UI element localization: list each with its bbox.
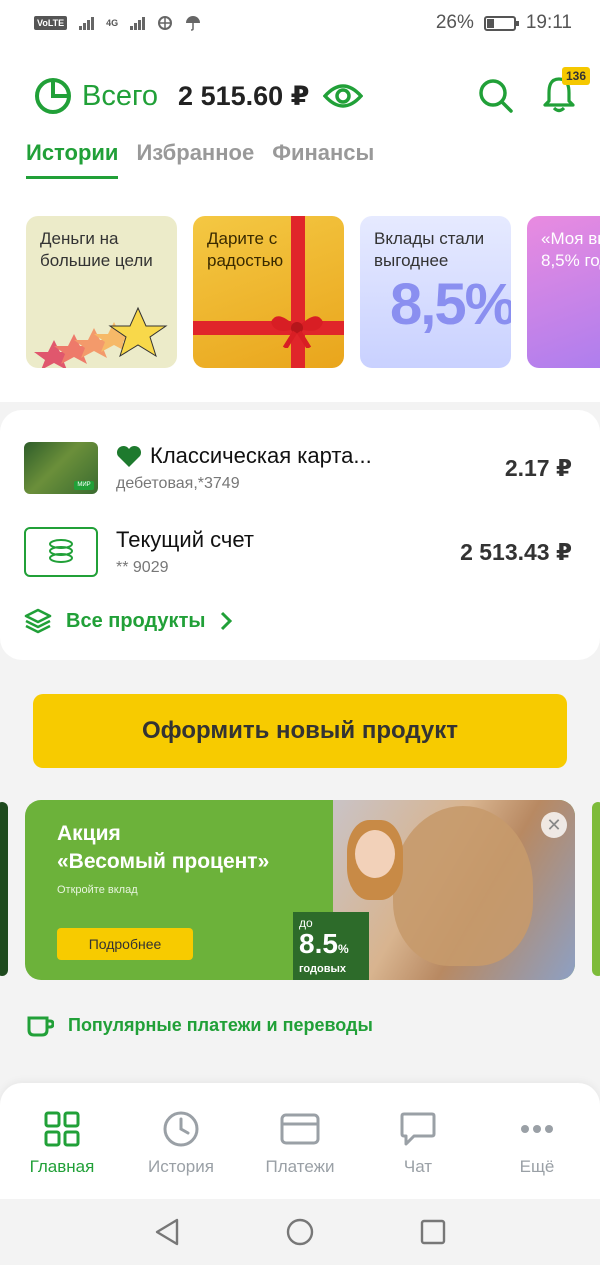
nav-item-history[interactable]: История: [121, 1109, 241, 1177]
products-card: МИР Классическая карта... дебетовая,*374…: [0, 410, 600, 660]
coins-icon: [24, 527, 98, 577]
network-type: 4G: [106, 18, 119, 28]
card-icon: [280, 1113, 320, 1145]
product-row-account[interactable]: Текущий счет ** 9029 2 513.43 ₽: [24, 522, 572, 582]
story-percent-badge: 8,5%: [390, 272, 511, 337]
grid-icon: [44, 1111, 80, 1147]
header: Всего 2 515.60 ₽ 136 Истории Избранное Ф…: [0, 46, 600, 202]
story-text: «Моя вы до 8,5% годовы: [541, 229, 600, 270]
rate-value: 8.5: [299, 928, 338, 959]
tab-bar: Истории Избранное Финансы: [26, 140, 374, 179]
more-icon: [521, 1125, 553, 1133]
volte-icon: VoLTE: [34, 16, 68, 30]
banner-more-button[interactable]: Подробнее: [57, 928, 193, 960]
battery-fill: [486, 18, 495, 28]
rate-label: годовых: [299, 963, 346, 975]
banner-title-line1: Акция: [57, 822, 121, 845]
product-amount: 2 513.43 ₽: [460, 538, 572, 565]
product-title: Классическая карта...: [150, 443, 372, 468]
search-icon[interactable]: [478, 78, 514, 114]
stories-carousel[interactable]: Деньги на большие цели Дарите с радостью…: [0, 202, 600, 402]
chevron-right-icon: [221, 611, 233, 631]
nav-item-more[interactable]: Ещё: [477, 1109, 597, 1177]
pie-chart-icon[interactable]: [34, 77, 72, 115]
product-amount: 2.17 ₽: [504, 454, 572, 481]
nav-label: Платежи: [265, 1157, 335, 1176]
clock-time: 19:11: [525, 12, 572, 33]
battery-icon: [483, 15, 519, 31]
girl-face: [355, 830, 395, 878]
story-text: Деньги на большие цели: [40, 229, 153, 270]
popular-label: Популярные платежи и переводы: [68, 1014, 373, 1035]
tab-stories[interactable]: Истории: [26, 140, 119, 179]
product-row-card[interactable]: МИР Классическая карта... дебетовая,*374…: [24, 438, 572, 498]
chat-icon: [400, 1112, 436, 1146]
heart-icon: [116, 445, 142, 467]
story-card-deposits[interactable]: Вклады стали выгоднее 8,5%: [360, 216, 511, 368]
signal-icon: [79, 16, 95, 30]
nav-label: Главная: [29, 1157, 95, 1176]
status-bar: VoLTE 4G 26% 19:11: [0, 0, 600, 46]
product-subtitle: дебетовая,*3749: [116, 475, 240, 492]
tab-finances[interactable]: Финансы: [272, 140, 374, 179]
all-products-label: Все продукты: [66, 609, 206, 632]
nav-label: Ещё: [519, 1157, 555, 1176]
nav-item-payments[interactable]: Платежи: [240, 1109, 360, 1177]
clock-icon: [163, 1111, 199, 1147]
all-products-link[interactable]: Все продукты: [24, 608, 233, 634]
product-title: Текущий счет: [116, 527, 254, 552]
nav-item-home[interactable]: Главная: [2, 1109, 122, 1177]
banner-photo: [333, 800, 575, 980]
total-balance-row: Всего 2 515.60 ₽ 136: [34, 66, 590, 118]
banner-prev-peek[interactable]: [0, 802, 8, 976]
bottom-navigation: Главная История Платежи Чат Ещё: [0, 1083, 600, 1199]
story-card-gifts[interactable]: Дарите с радостью: [193, 216, 344, 368]
story-card-goals[interactable]: Деньги на большие цели: [26, 216, 177, 368]
total-amount: 2 515.60 ₽: [178, 80, 310, 111]
stars-illustration: [34, 306, 168, 368]
banner-title-line2: «Весомый процент»: [57, 850, 270, 873]
nav-label: Чат: [403, 1157, 433, 1176]
battery-percent: 26%: [435, 12, 474, 33]
mir-logo: МИР: [74, 481, 94, 490]
popular-payments-header[interactable]: Популярные платежи и переводы: [26, 1012, 373, 1038]
promo-banner[interactable]: Акция «Весомый процент» Откройте вклад П…: [25, 800, 575, 980]
story-text: Вклады стали выгоднее: [374, 229, 485, 270]
system-navigation-bar: [0, 1199, 600, 1265]
nav-item-chat[interactable]: Чат: [358, 1109, 478, 1177]
bank-card-image: МИР: [24, 442, 98, 494]
gift-bow-icon: [271, 316, 323, 348]
rate-unit: %: [337, 942, 349, 956]
back-icon[interactable]: [154, 1218, 180, 1246]
total-label[interactable]: Всего: [82, 80, 158, 113]
umbrella-icon: [186, 16, 201, 31]
banner-next-peek[interactable]: [592, 802, 600, 976]
rate-badge: до 8.5% годовых: [293, 912, 369, 980]
signal-icon-2: [130, 16, 146, 30]
banner-subtitle: Откройте вклад: [57, 884, 138, 896]
banner-title: Акция «Весомый процент»: [57, 820, 269, 876]
layers-icon: [24, 608, 52, 634]
cup-icon: [27, 1016, 54, 1037]
story-card-savings[interactable]: «Моя вы до 8,5% годовы: [527, 216, 600, 368]
product-subtitle: ** 9029: [116, 559, 169, 576]
nav-label: История: [148, 1157, 214, 1176]
recents-icon[interactable]: [420, 1219, 446, 1245]
notification-badge: 136: [561, 66, 590, 85]
teddy-bear-image: [393, 806, 533, 966]
notification-app-icon: [158, 16, 173, 30]
home-icon[interactable]: [286, 1218, 314, 1246]
eye-icon[interactable]: [323, 82, 364, 110]
notifications-button[interactable]: 136: [542, 66, 590, 118]
tab-favorites[interactable]: Избранное: [136, 140, 254, 179]
close-icon[interactable]: ✕: [541, 812, 567, 838]
story-text: Дарите с радостью: [207, 229, 284, 270]
new-product-button[interactable]: Оформить новый продукт: [33, 694, 567, 768]
